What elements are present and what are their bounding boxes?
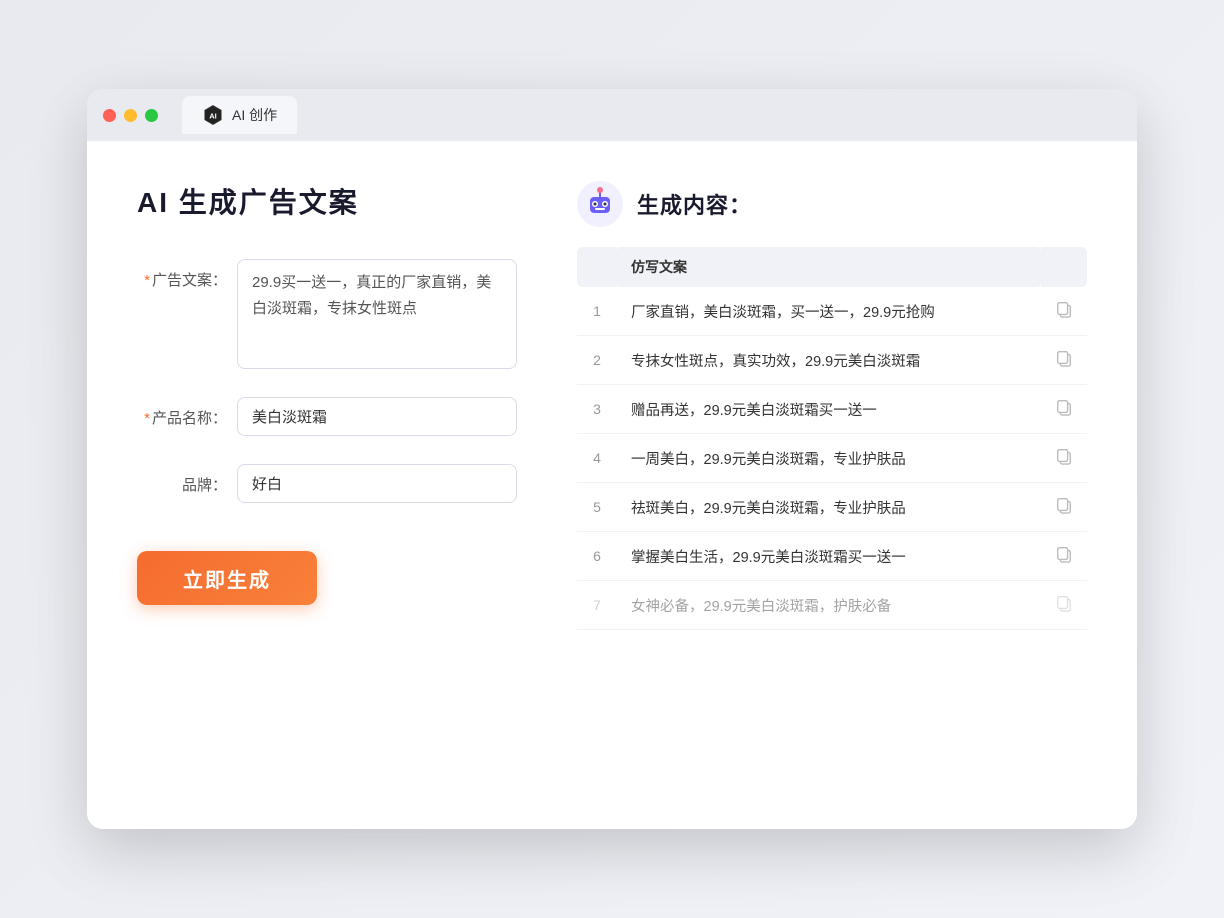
- label-ad-copy: *广告文案：: [137, 259, 227, 290]
- form-group-brand: 品牌：: [137, 464, 517, 503]
- row-number: 6: [577, 532, 617, 581]
- table-row: 2专抹女性斑点，真实功效，29.9元美白淡斑霜: [577, 336, 1087, 385]
- table-row: 5祛斑美白，29.9元美白淡斑霜，专业护肤品: [577, 483, 1087, 532]
- svg-text:AI: AI: [209, 111, 217, 120]
- col-header-text: 仿写文案: [617, 247, 1041, 287]
- row-number: 7: [577, 581, 617, 630]
- table-header-row: 仿写文案: [577, 247, 1087, 287]
- row-number: 2: [577, 336, 617, 385]
- copy-button[interactable]: [1041, 532, 1087, 581]
- row-number: 3: [577, 385, 617, 434]
- ad-copy-textarea[interactable]: 29.9买一送一，真正的厂家直销，美白淡斑霜，专抹女性斑点: [237, 259, 517, 369]
- form-group-product-name: *产品名称：: [137, 397, 517, 436]
- label-brand: 品牌：: [137, 464, 227, 495]
- row-text: 一周美白，29.9元美白淡斑霜，专业护肤品: [617, 434, 1041, 483]
- browser-tab[interactable]: AI AI 创作: [182, 96, 297, 134]
- table-row: 4一周美白，29.9元美白淡斑霜，专业护肤品: [577, 434, 1087, 483]
- table-row: 3赠品再送，29.9元美白淡斑霜买一送一: [577, 385, 1087, 434]
- row-text: 专抹女性斑点，真实功效，29.9元美白淡斑霜: [617, 336, 1041, 385]
- submit-button-wrapper: 立即生成: [137, 531, 517, 605]
- form-group-ad-copy: *广告文案： 29.9买一送一，真正的厂家直销，美白淡斑霜，专抹女性斑点: [137, 259, 517, 369]
- copy-button[interactable]: [1041, 483, 1087, 532]
- required-star-2: *: [144, 410, 150, 427]
- brand-input[interactable]: [237, 464, 517, 503]
- traffic-light-yellow[interactable]: [124, 109, 137, 122]
- submit-button[interactable]: 立即生成: [137, 551, 317, 605]
- row-text: 赠品再送，29.9元美白淡斑霜买一送一: [617, 385, 1041, 434]
- row-number: 1: [577, 287, 617, 336]
- ai-tab-icon: AI: [202, 104, 224, 126]
- traffic-light-green[interactable]: [145, 109, 158, 122]
- col-header-action: [1041, 247, 1087, 287]
- left-panel: AI 生成广告文案 *广告文案： 29.9买一送一，真正的厂家直销，美白淡斑霜，…: [137, 181, 517, 789]
- table-row: 7女神必备，29.9元美白淡斑霜，护肤必备: [577, 581, 1087, 630]
- row-text: 女神必备，29.9元美白淡斑霜，护肤必备: [617, 581, 1041, 630]
- browser-content: AI 生成广告文案 *广告文案： 29.9买一送一，真正的厂家直销，美白淡斑霜，…: [87, 141, 1137, 829]
- browser-window: AI AI 创作 AI 生成广告文案 *广告文案： 29.9买一送一，真正的厂家…: [87, 89, 1137, 829]
- browser-tab-label: AI 创作: [232, 105, 277, 125]
- browser-titlebar: AI AI 创作: [87, 89, 1137, 141]
- right-title: 生成内容：: [637, 188, 752, 220]
- product-name-input[interactable]: [237, 397, 517, 436]
- traffic-light-red[interactable]: [103, 109, 116, 122]
- col-header-num: [577, 247, 617, 287]
- table-row: 1厂家直销，美白淡斑霜，买一送一，29.9元抢购: [577, 287, 1087, 336]
- right-panel: 生成内容： 仿写文案 1厂家直销，美白淡斑霜，买一送一，29.9元抢购2专抹女性…: [577, 181, 1087, 789]
- copy-button[interactable]: [1041, 287, 1087, 336]
- results-table: 仿写文案 1厂家直销，美白淡斑霜，买一送一，29.9元抢购2专抹女性斑点，真实功…: [577, 247, 1087, 630]
- row-text: 厂家直销，美白淡斑霜，买一送一，29.9元抢购: [617, 287, 1041, 336]
- row-number: 5: [577, 483, 617, 532]
- robot-icon: [577, 181, 623, 227]
- page-title: AI 生成广告文案: [137, 181, 517, 221]
- copy-button[interactable]: [1041, 336, 1087, 385]
- copy-button[interactable]: [1041, 385, 1087, 434]
- copy-button[interactable]: [1041, 434, 1087, 483]
- table-row: 6掌握美白生活，29.9元美白淡斑霜买一送一: [577, 532, 1087, 581]
- row-number: 4: [577, 434, 617, 483]
- row-text: 祛斑美白，29.9元美白淡斑霜，专业护肤品: [617, 483, 1041, 532]
- right-header: 生成内容：: [577, 181, 1087, 227]
- row-text: 掌握美白生活，29.9元美白淡斑霜买一送一: [617, 532, 1041, 581]
- copy-button[interactable]: [1041, 581, 1087, 630]
- label-product-name: *产品名称：: [137, 397, 227, 428]
- required-star-1: *: [144, 272, 150, 289]
- traffic-lights: [103, 109, 158, 122]
